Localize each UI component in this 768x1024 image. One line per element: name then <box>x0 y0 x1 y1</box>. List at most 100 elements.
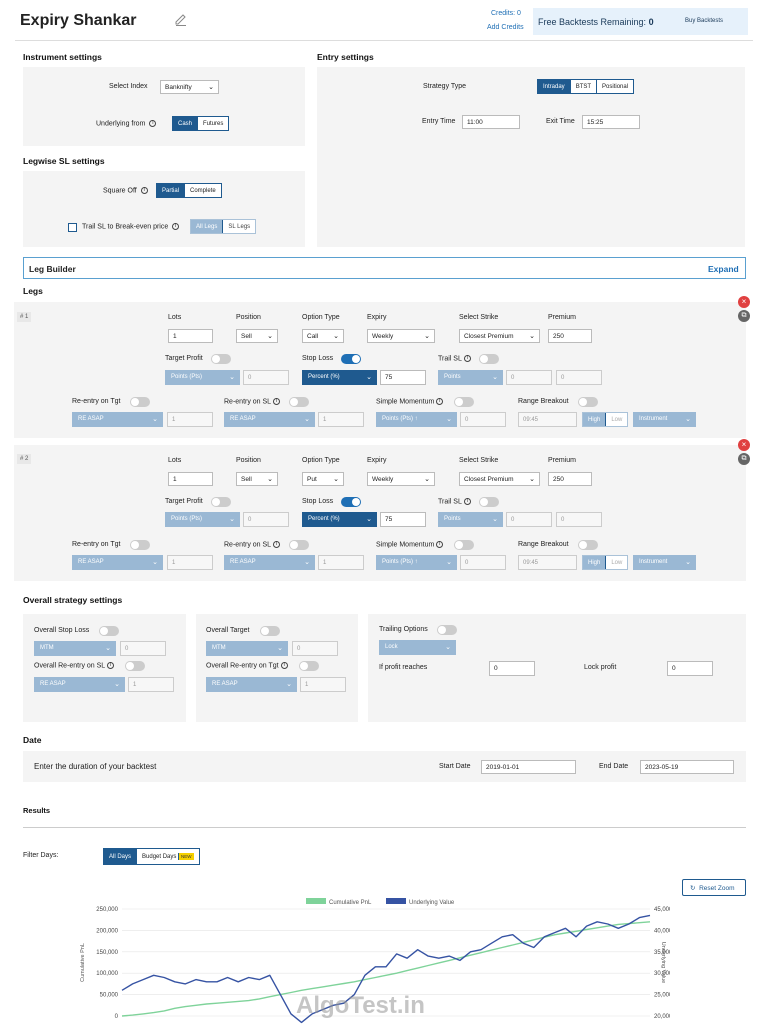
overall-target-mode[interactable]: MTM ⌄ <box>206 641 288 656</box>
overall-stop-loss-toggle[interactable] <box>99 626 119 636</box>
momentum-mode[interactable]: Points (Pts) ↑ ⌄ <box>376 412 457 427</box>
reentry-sl-count[interactable]: 1 <box>318 412 364 427</box>
reentry-tgt-count[interactable]: 1 <box>167 412 213 427</box>
underlying-cash[interactable]: Cash <box>173 117 198 130</box>
trail-sl-y-input[interactable]: 0 <box>556 370 602 385</box>
start-date-input[interactable]: 2019-01-01 <box>481 760 576 774</box>
range-instrument-mode[interactable]: Instrument ⌄ <box>633 555 696 570</box>
range-breakout-toggle[interactable] <box>578 397 598 407</box>
if-profit-input[interactable]: 0 <box>489 661 535 676</box>
reentry-tgt-mode[interactable]: RE ASAP ⌄ <box>72 555 163 570</box>
strategy-positional[interactable]: Positional <box>596 80 634 93</box>
underlying-toggle[interactable]: Cash Futures <box>172 116 230 131</box>
overall-target-toggle[interactable] <box>260 626 280 636</box>
strategy-type-toggle[interactable]: Intraday BTST Positional <box>537 79 635 94</box>
target-profit-mode[interactable]: Points (Pts) ⌄ <box>165 370 240 385</box>
copy-leg-icon[interactable]: ⧉ <box>738 310 750 322</box>
reentry-tgt-toggle[interactable] <box>130 540 150 550</box>
position-dropdown[interactable]: Sell ⌄ <box>236 472 278 486</box>
buy-backtests-button[interactable]: Buy Backtests <box>685 18 723 24</box>
stop-loss-toggle[interactable] <box>341 354 361 364</box>
trail-sl-y-input[interactable]: 0 <box>556 512 602 527</box>
trail-sl-x-input[interactable]: 0 <box>506 370 552 385</box>
overall-sl-value[interactable]: 0 <box>120 641 166 656</box>
entry-time-input[interactable]: 11:00 <box>462 115 520 129</box>
reentry-sl-toggle[interactable] <box>289 397 309 407</box>
target-profit-mode[interactable]: Points (Pts) ⌄ <box>165 512 240 527</box>
reentry-tgt-toggle[interactable] <box>130 397 150 407</box>
overall-target-value[interactable]: 0 <box>292 641 338 656</box>
premium-input[interactable]: 250 <box>548 472 592 486</box>
simple-momentum-toggle[interactable] <box>454 540 474 550</box>
trailing-options-toggle[interactable] <box>437 625 457 635</box>
reentry-sl-mode[interactable]: RE ASAP ⌄ <box>224 555 315 570</box>
trail-all-legs[interactable]: All Legs <box>191 220 223 233</box>
expand-button[interactable]: Expand <box>708 264 739 274</box>
option-type-dropdown[interactable]: Put ⌄ <box>302 472 344 486</box>
lock-profit-input[interactable]: 0 <box>667 661 713 676</box>
range-breakout-time[interactable]: 09:45 <box>518 555 577 570</box>
expiry-dropdown[interactable]: Weekly ⌄ <box>367 472 435 486</box>
stop-loss-value[interactable]: 75 <box>380 512 426 527</box>
exit-time-input[interactable]: 15:25 <box>582 115 640 129</box>
stop-loss-toggle[interactable] <box>341 497 361 507</box>
select-strike-dropdown[interactable]: Closest Premium ⌄ <box>459 329 540 343</box>
trail-sl-toggle[interactable] <box>479 354 499 364</box>
position-dropdown[interactable]: Sell ⌄ <box>236 329 278 343</box>
strategy-intraday[interactable]: Intraday <box>538 80 570 93</box>
reentry-tgt-count[interactable]: 1 <box>167 555 213 570</box>
momentum-value[interactable]: 0 <box>460 412 506 427</box>
momentum-mode[interactable]: Points (Pts) ↑ ⌄ <box>376 555 457 570</box>
reentry-sl-toggle[interactable] <box>289 540 309 550</box>
option-type-dropdown[interactable]: Call ⌄ <box>302 329 344 343</box>
filter-days-toggle[interactable]: All Days Budget Days NEW <box>103 848 200 865</box>
range-breakout-toggle[interactable] <box>578 540 598 550</box>
premium-input[interactable]: 250 <box>548 329 592 343</box>
trail-sl-legs[interactable]: SL Legs <box>222 220 256 233</box>
range-high[interactable]: High <box>583 556 606 569</box>
stop-loss-mode[interactable]: Percent (%) ⌄ <box>302 512 377 527</box>
trailing-mode[interactable]: Lock ⌄ <box>379 640 456 655</box>
trail-legs-toggle[interactable]: All Legs SL Legs <box>190 219 257 234</box>
overall-reentry-tgt-mode[interactable]: RE ASAP ⌄ <box>206 677 297 692</box>
momentum-value[interactable]: 0 <box>460 555 506 570</box>
square-off-partial[interactable]: Partial <box>157 184 185 197</box>
target-profit-value[interactable]: 0 <box>243 512 289 527</box>
expiry-dropdown[interactable]: Weekly ⌄ <box>367 329 435 343</box>
add-credits-link[interactable]: Add Credits <box>487 24 524 31</box>
filter-budget-days[interactable]: Budget Days NEW <box>136 849 199 864</box>
reentry-tgt-mode[interactable]: RE ASAP ⌄ <box>72 412 163 427</box>
end-date-input[interactable]: 2023-05-19 <box>640 760 734 774</box>
overall-sl-mode[interactable]: MTM ⌄ <box>34 641 116 656</box>
select-index-dropdown[interactable]: Banknifty ⌄ <box>160 80 219 94</box>
square-off-toggle[interactable]: Partial Complete <box>156 183 222 198</box>
overall-reentry-tgt-count[interactable]: 1 <box>300 677 346 692</box>
overall-reentry-sl-toggle[interactable] <box>125 661 145 671</box>
range-breakout-time[interactable]: 09:45 <box>518 412 577 427</box>
copy-leg-icon[interactable]: ⧉ <box>738 453 750 465</box>
lots-input[interactable]: 1 <box>168 472 213 486</box>
simple-momentum-toggle[interactable] <box>454 397 474 407</box>
underlying-futures[interactable]: Futures <box>197 117 229 130</box>
trail-sl-toggle[interactable] <box>479 497 499 507</box>
overall-reentry-tgt-toggle[interactable] <box>299 661 319 671</box>
range-high-low-toggle[interactable]: High Low <box>582 555 629 570</box>
overall-reentry-sl-mode[interactable]: RE ASAP ⌄ <box>34 677 125 692</box>
reset-zoom-button[interactable]: ↻ Reset Zoom <box>682 879 746 896</box>
edit-title-icon[interactable] <box>174 13 188 27</box>
stop-loss-mode[interactable]: Percent (%) ⌄ <box>302 370 377 385</box>
strategy-btst[interactable]: BTST <box>569 80 597 93</box>
filter-all-days[interactable]: All Days <box>104 849 137 864</box>
reentry-sl-mode[interactable]: RE ASAP ⌄ <box>224 412 315 427</box>
lots-input[interactable]: 1 <box>168 329 213 343</box>
range-high[interactable]: High <box>583 413 606 426</box>
overall-reentry-sl-count[interactable]: 1 <box>128 677 174 692</box>
square-off-complete[interactable]: Complete <box>184 184 221 197</box>
select-strike-dropdown[interactable]: Closest Premium ⌄ <box>459 472 540 486</box>
target-profit-toggle[interactable] <box>211 354 231 364</box>
range-low[interactable]: Low <box>605 413 628 426</box>
trail-sl-checkbox[interactable] <box>68 223 77 232</box>
target-profit-value[interactable]: 0 <box>243 370 289 385</box>
trail-sl-mode[interactable]: Points ⌄ <box>438 370 503 385</box>
delete-leg-icon[interactable]: × <box>738 439 750 451</box>
